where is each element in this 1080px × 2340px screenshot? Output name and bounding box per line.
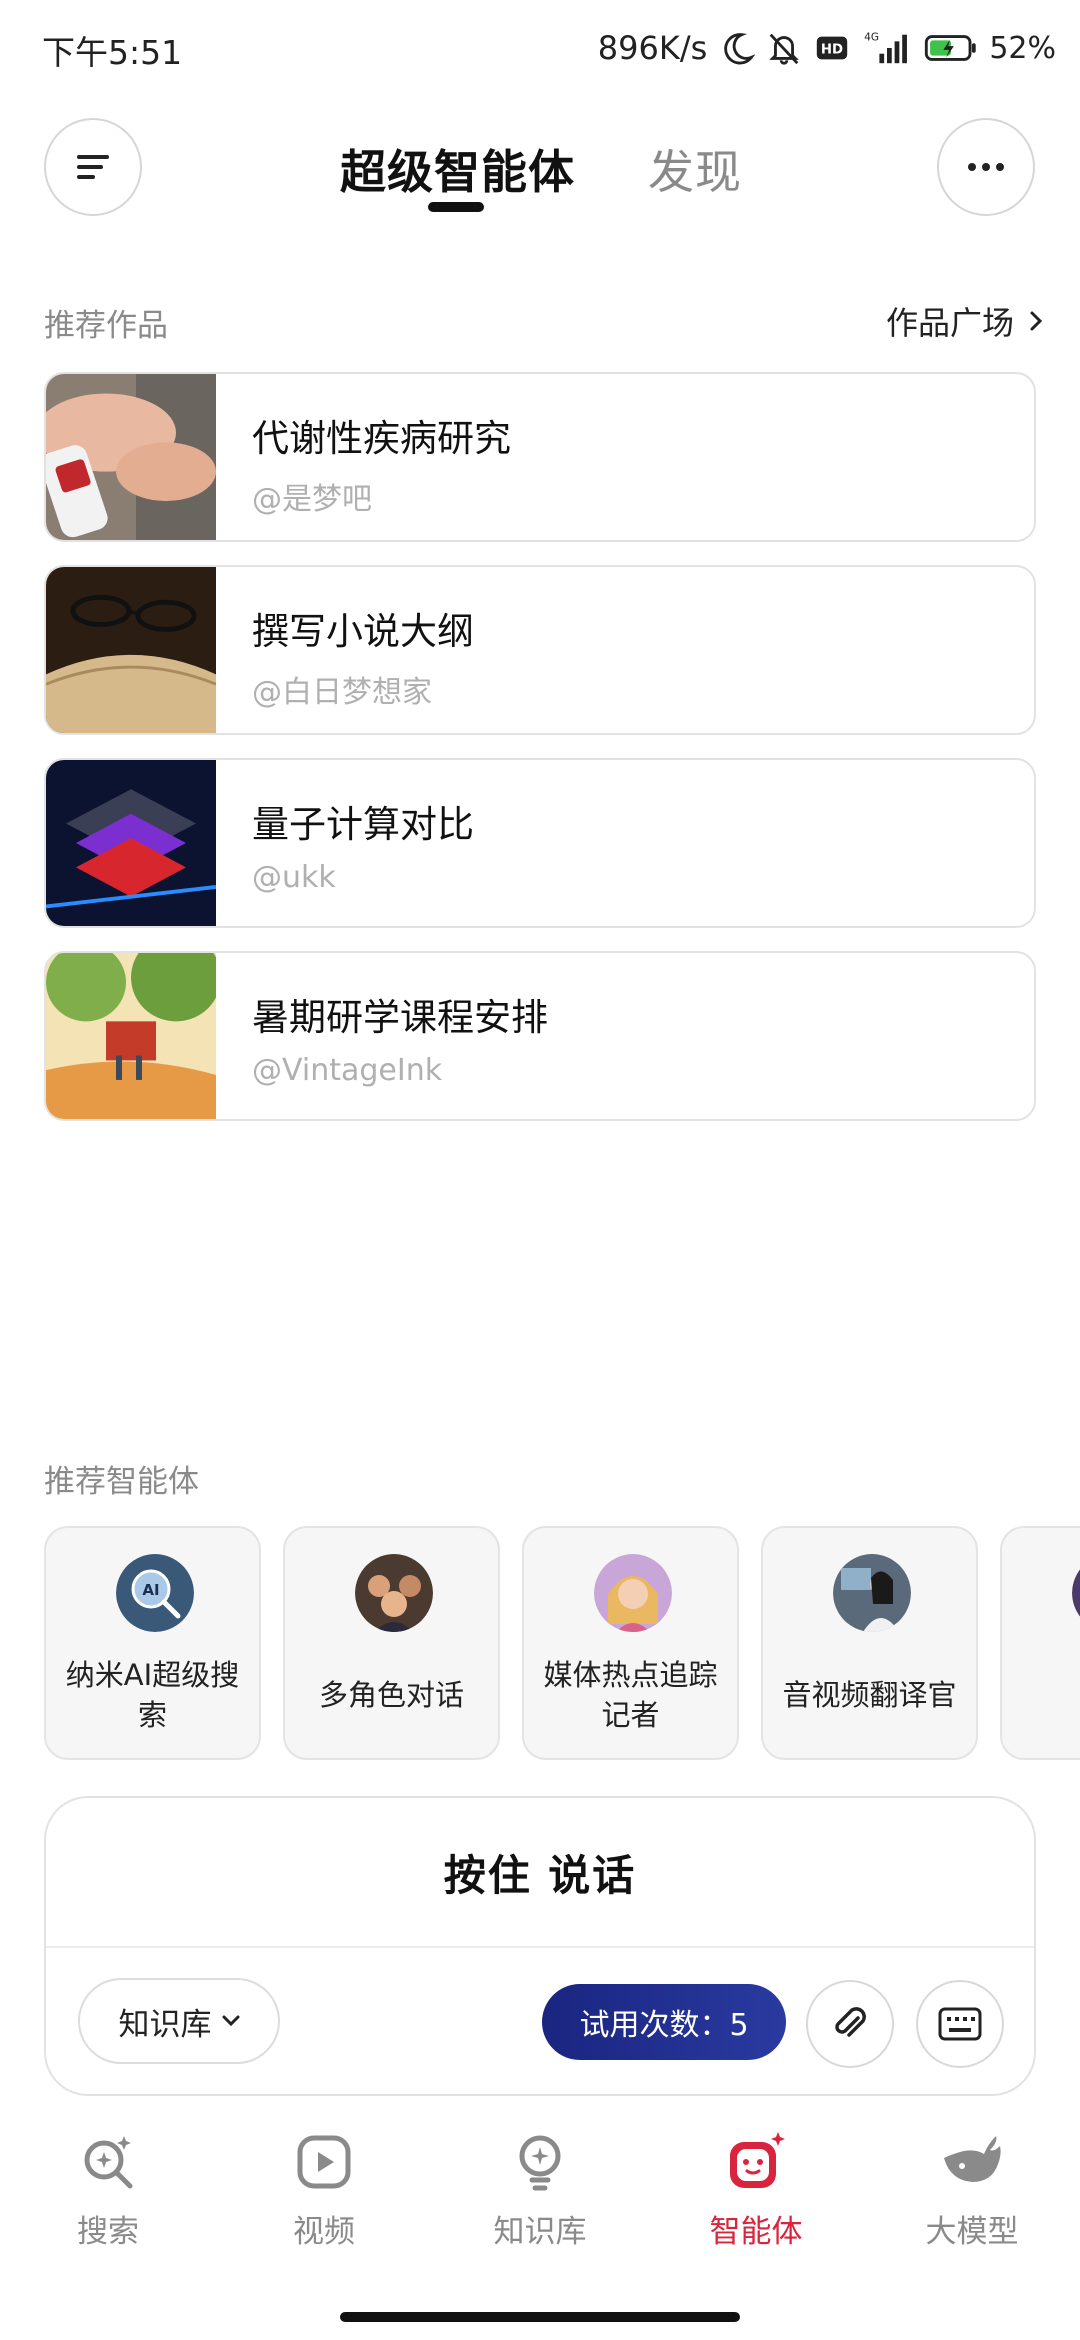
nav-item-agent[interactable]: 智能体 (681, 2130, 831, 2260)
work-thumbnail (46, 760, 216, 926)
work-card[interactable]: 代谢性疾病研究 @是梦吧 (44, 372, 1036, 542)
work-author: @VintageInk (252, 1053, 443, 1088)
agent-avatar (1072, 1569, 1080, 1617)
moon-icon (724, 33, 756, 65)
work-thumbnail (46, 567, 216, 733)
agent-avatar (355, 1554, 433, 1632)
agent-card[interactable]: AI 纳米AI超级搜索 (44, 1526, 261, 1760)
signal-icon: 4G (865, 31, 908, 64)
work-author: @是梦吧 (252, 482, 372, 517)
agent-name: 媒体热点追踪记者 (543, 1658, 718, 1732)
work-card[interactable]: 暑期研学课程安排 @VintageInk (44, 951, 1036, 1121)
network-speed: 896K/s (597, 29, 708, 67)
active-tab-indicator (428, 202, 484, 212)
nav-label: 视频 (293, 2214, 355, 2250)
hold-to-talk-button[interactable]: 按住 说话 (46, 1798, 1034, 1946)
agent-face-icon (730, 2132, 785, 2188)
agent-card[interactable]: 媒体热点追踪记者 (522, 1526, 739, 1760)
hd-icon: HD (817, 36, 848, 60)
bell-mute-icon (769, 33, 800, 65)
work-thumbnail (46, 953, 216, 1119)
works-section-title: 推荐作品 (44, 308, 168, 344)
status-bar: 下午5:51 896K/s HD 4G 52% (0, 0, 1080, 96)
chevron-right-icon (1030, 311, 1043, 331)
works-plaza-label: 作品广场 (885, 304, 1014, 342)
home-indicator[interactable] (340, 2312, 740, 2322)
voice-input-panel: 按住 说话 知识库 试用次数：5 (44, 1796, 1036, 2096)
status-time: 下午5:51 (42, 33, 183, 72)
trial-count-badge[interactable]: 试用次数：5 (542, 1984, 786, 2060)
agents-carousel[interactable]: AI 纳米AI超级搜索 多角色对话 媒体热点追踪记者 音视频翻译官 (44, 1526, 1080, 1762)
network-type: 4G (865, 31, 880, 43)
nav-item-video[interactable]: 视频 (249, 2130, 399, 2260)
agent-card[interactable]: 多角色对话 (283, 1526, 500, 1760)
nav-item-model[interactable]: 大模型 (897, 2130, 1047, 2260)
tab-discover[interactable]: 发现 (648, 136, 742, 202)
work-title: 暑期研学课程安排 (252, 996, 548, 1039)
tab-super-agent[interactable]: 超级智能体 (340, 136, 575, 202)
svg-text:HD: HD (821, 43, 843, 58)
knowledge-base-select[interactable]: 知识库 (78, 1978, 280, 2064)
svg-text:AI: AI (142, 1581, 159, 1599)
agents-section-title: 推荐智能体 (44, 1464, 199, 1500)
chevron-down-icon (222, 2015, 239, 2027)
bottom-nav: 搜索 视频 知识库 智能体 大模型 (0, 2130, 1080, 2280)
work-card[interactable]: 撰写小说大纲 @白日梦想家 (44, 565, 1036, 735)
nav-item-search[interactable]: 搜索 (33, 2130, 183, 2260)
lightbulb-icon (519, 2135, 561, 2191)
battery-charging-icon (925, 35, 977, 61)
work-author: @ukk (252, 860, 336, 895)
agent-name: 纳米AI超级搜索 (65, 1658, 240, 1732)
agent-avatar: AI (116, 1554, 194, 1632)
agent-card[interactable]: 一句 (1000, 1526, 1080, 1760)
agent-avatar (833, 1554, 911, 1632)
works-plaza-link[interactable]: 作品广场 (886, 298, 1044, 344)
more-icon (968, 163, 1004, 171)
status-indicators: 896K/s HD 4G 52% (598, 24, 1056, 72)
work-title: 撰写小说大纲 (252, 610, 474, 653)
work-title: 代谢性疾病研究 (252, 417, 511, 460)
knowledge-base-label: 知识库 (118, 2006, 212, 2043)
nav-label: 知识库 (493, 2214, 587, 2250)
top-tabs: 超级智能体 发现 (0, 130, 1080, 220)
keyboard-icon (938, 2007, 982, 2041)
work-title: 量子计算对比 (252, 803, 474, 846)
work-author: @白日梦想家 (252, 675, 432, 710)
work-card[interactable]: 量子计算对比 @ukk (44, 758, 1036, 928)
agent-name: 一句 (1012, 1650, 1080, 1740)
agent-name: 多角色对话 (318, 1678, 464, 1712)
video-play-icon (297, 2135, 351, 2189)
attach-button[interactable] (806, 1980, 894, 2068)
work-thumbnail (46, 374, 216, 540)
whale-icon (944, 2136, 1001, 2182)
agent-avatar (594, 1554, 672, 1632)
battery-level: 52% (989, 30, 1056, 66)
paperclip-icon (835, 2007, 866, 2037)
more-button[interactable] (937, 118, 1035, 216)
keyboard-button[interactable] (916, 1980, 1004, 2068)
nav-item-knowledge[interactable]: 知识库 (465, 2130, 615, 2260)
nav-label: 搜索 (77, 2214, 139, 2250)
panel-divider (46, 1946, 1034, 1948)
agent-card[interactable]: 音视频翻译官 (761, 1526, 978, 1760)
nav-label: 大模型 (925, 2214, 1019, 2250)
search-sparkle-icon (84, 2136, 133, 2189)
nav-label: 智能体 (709, 2214, 803, 2250)
agent-name: 音视频翻译官 (782, 1678, 957, 1712)
